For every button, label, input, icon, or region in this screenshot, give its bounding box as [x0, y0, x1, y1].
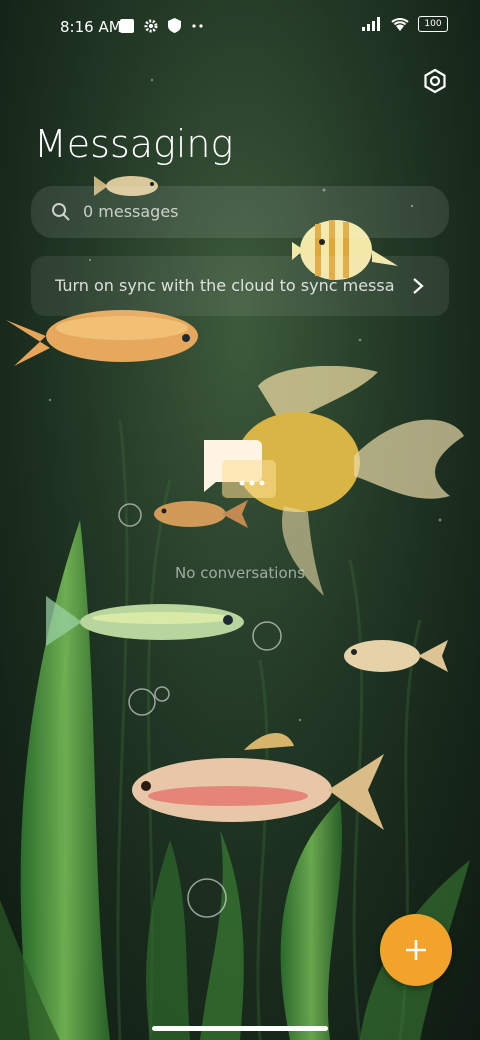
- status-bar: 8:16 AM 100: [0, 0, 480, 56]
- gear-icon: [144, 19, 158, 32]
- sync-banner-text: Turn on sync with the cloud to sync mess…: [55, 276, 395, 295]
- more-dots-icon: [192, 23, 203, 28]
- plus-icon: [406, 940, 426, 960]
- sync-banner[interactable]: Turn on sync with the cloud to sync mess…: [31, 256, 449, 316]
- status-time: 8:16 AM: [60, 18, 122, 36]
- new-message-button[interactable]: [380, 914, 452, 986]
- fish-pale-right: [344, 640, 448, 672]
- battery-icon: 100: [418, 16, 448, 32]
- page-title: Messaging: [34, 122, 234, 166]
- chevron-right-icon: [413, 278, 424, 294]
- status-left-icons: [120, 18, 205, 33]
- search-bar[interactable]: 0 messages: [31, 186, 449, 238]
- search-icon: [52, 203, 70, 221]
- settings-icon[interactable]: [422, 68, 448, 94]
- conversation-bubble-icon: [204, 440, 276, 498]
- status-right-icons: 100: [362, 16, 448, 32]
- empty-state-text: No conversations: [175, 564, 305, 582]
- fish-neon-bottom: [132, 733, 384, 830]
- signal-icon: [362, 17, 380, 31]
- fish-green-tetra: [46, 596, 244, 646]
- wifi-icon: [391, 18, 409, 31]
- search-input[interactable]: 0 messages: [83, 202, 179, 221]
- home-indicator[interactable]: [152, 1026, 328, 1031]
- shield-icon: [168, 18, 181, 33]
- notification-square-icon: [120, 18, 134, 33]
